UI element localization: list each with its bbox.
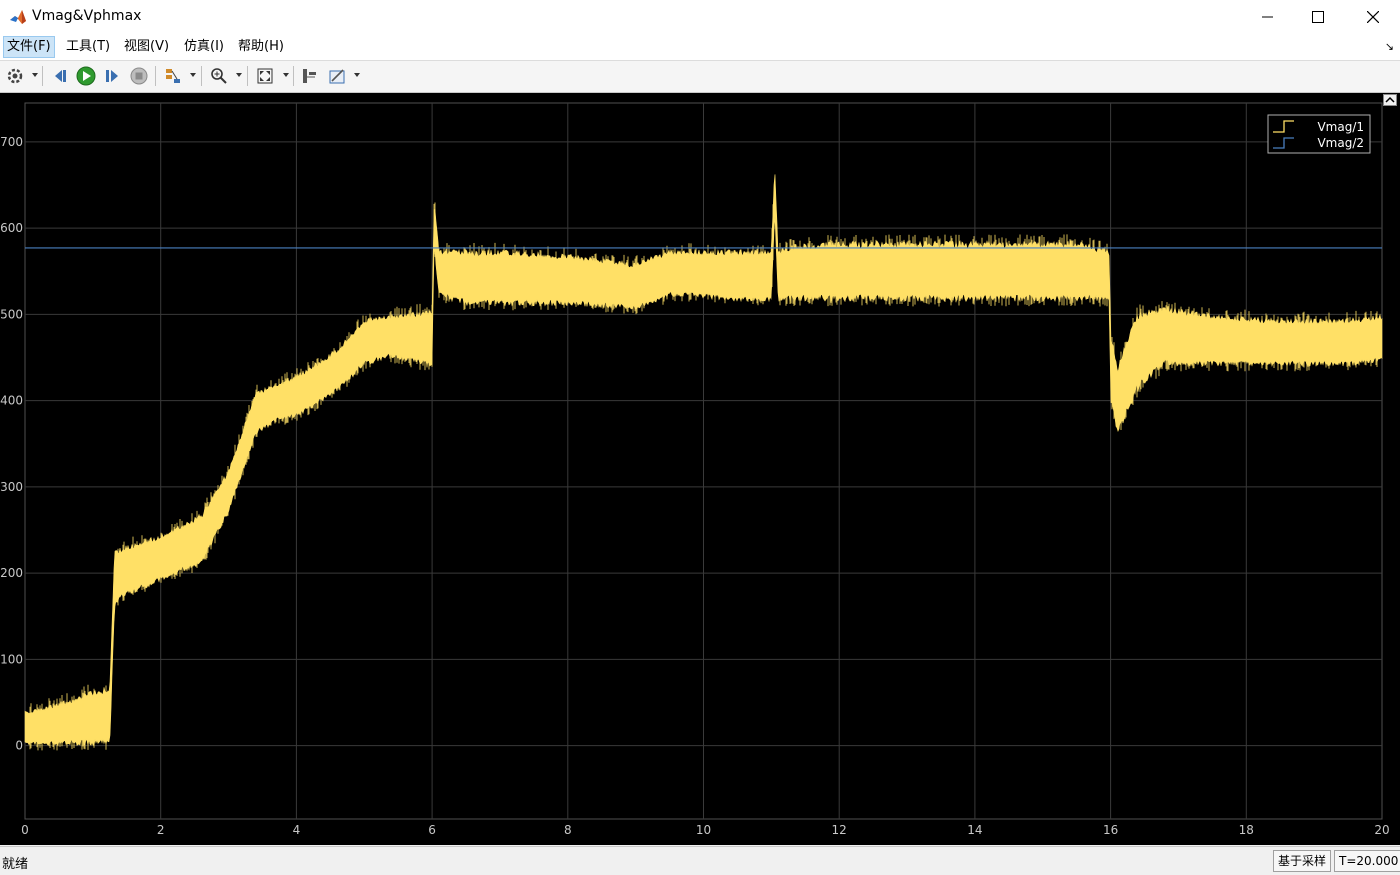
style-button[interactable]: [326, 65, 348, 87]
fit-to-view-dropdown-icon[interactable]: [283, 73, 289, 77]
step-back-button[interactable]: [50, 65, 72, 87]
minimize-button[interactable]: [1240, 0, 1295, 34]
x-tick-label: 18: [1239, 823, 1254, 837]
minimize-icon: [1261, 16, 1273, 18]
run-icon: [76, 66, 96, 86]
y-tick-label: 100: [0, 652, 23, 666]
undock-arrow-icon[interactable]: ↘: [1385, 40, 1394, 53]
toolbar-separator: [155, 66, 156, 86]
legend[interactable]: Vmag/1 Vmag/2: [1267, 114, 1371, 154]
menu-simulation[interactable]: 仿真(I): [181, 37, 227, 57]
status-bar: 就绪 基于采样 T=20.000: [0, 846, 1400, 875]
y-tick-label: 300: [0, 480, 23, 494]
menu-tools[interactable]: 工具(T): [63, 37, 113, 57]
y-tick-label: 200: [0, 566, 23, 580]
settings-button[interactable]: [4, 65, 26, 87]
signal-selector-icon: [166, 69, 180, 83]
matlab-logo-icon: [10, 10, 26, 24]
menu-bar: 文件(F) 工具(T) 视图(V) 仿真(I) 帮助(H) ↘: [0, 34, 1400, 61]
x-tick-label: 4: [293, 823, 301, 837]
menu-file[interactable]: 文件(F): [3, 36, 55, 58]
close-icon: [1366, 11, 1379, 23]
cursor-measure-button[interactable]: [298, 65, 320, 87]
fit-to-view-icon: [257, 68, 273, 84]
step-back-icon: [55, 70, 66, 82]
menu-view[interactable]: 视图(V): [121, 37, 172, 57]
x-tick-label: 8: [564, 823, 572, 837]
toolbar-separator: [42, 66, 43, 86]
sim-time-indicator: T=20.000: [1334, 850, 1400, 872]
maximize-icon: [1311, 11, 1324, 23]
toolbar: [0, 61, 1400, 93]
x-tick-label: 2: [157, 823, 165, 837]
expand-toolbar-button[interactable]: [1383, 94, 1397, 106]
cursor-measure-icon: [303, 69, 316, 83]
x-tick-label: 20: [1374, 823, 1389, 837]
sample-mode-indicator: 基于采样: [1273, 850, 1332, 872]
zoom-button[interactable]: [208, 65, 230, 87]
zoom-dropdown-icon[interactable]: [236, 73, 242, 77]
y-tick-label: 500: [0, 307, 23, 321]
x-tick-label: 16: [1103, 823, 1118, 837]
settings-icon: [7, 68, 23, 84]
settings-dropdown-icon[interactable]: [32, 73, 38, 77]
x-tick-label: 12: [832, 823, 847, 837]
x-tick-label: 14: [967, 823, 982, 837]
window-title: Vmag&Vphmax: [32, 8, 142, 24]
y-tick-label: 700: [0, 135, 23, 149]
step-forward-button[interactable]: [101, 65, 123, 87]
y-tick-label: 0: [15, 739, 23, 753]
style-icon: [329, 69, 345, 84]
title-bar: Vmag&Vphmax: [0, 0, 1400, 35]
zoom-icon: [211, 68, 227, 84]
toolbar-separator: [201, 66, 202, 86]
style-dropdown-icon[interactable]: [354, 73, 360, 77]
close-button[interactable]: [1345, 0, 1400, 34]
toolbar-separator: [247, 66, 248, 86]
scope-chart[interactable]: 0 2 4 6 8 10 12 14 16 18 200100200300400500600700 …: [0, 93, 1400, 845]
run-button[interactable]: [75, 65, 97, 87]
y-tick-label: 400: [0, 394, 23, 408]
step-forward-icon: [106, 70, 118, 82]
status-text: 就绪: [2, 857, 29, 872]
legend-entry-vmag2: Vmag/2: [1317, 136, 1364, 150]
stop-icon: [130, 67, 148, 85]
x-tick-label: 6: [428, 823, 436, 837]
menu-help[interactable]: 帮助(H): [235, 37, 287, 57]
stop-button[interactable]: [128, 65, 150, 87]
x-tick-label: 0: [21, 823, 29, 837]
signal-selector-dropdown-icon[interactable]: [190, 73, 196, 77]
legend-entry-vmag1: Vmag/1: [1317, 120, 1364, 134]
y-tick-label: 600: [0, 221, 23, 235]
fit-to-view-button[interactable]: [254, 65, 276, 87]
toolbar-separator: [293, 66, 294, 86]
scope-plot-area[interactable]: 0 2 4 6 8 10 12 14 16 18 20 0 100 200 300 400 500 600 700 …: [0, 93, 1400, 845]
x-tick-label: 10: [696, 823, 711, 837]
maximize-button[interactable]: [1290, 0, 1345, 34]
signal-selector-button[interactable]: [162, 65, 184, 87]
